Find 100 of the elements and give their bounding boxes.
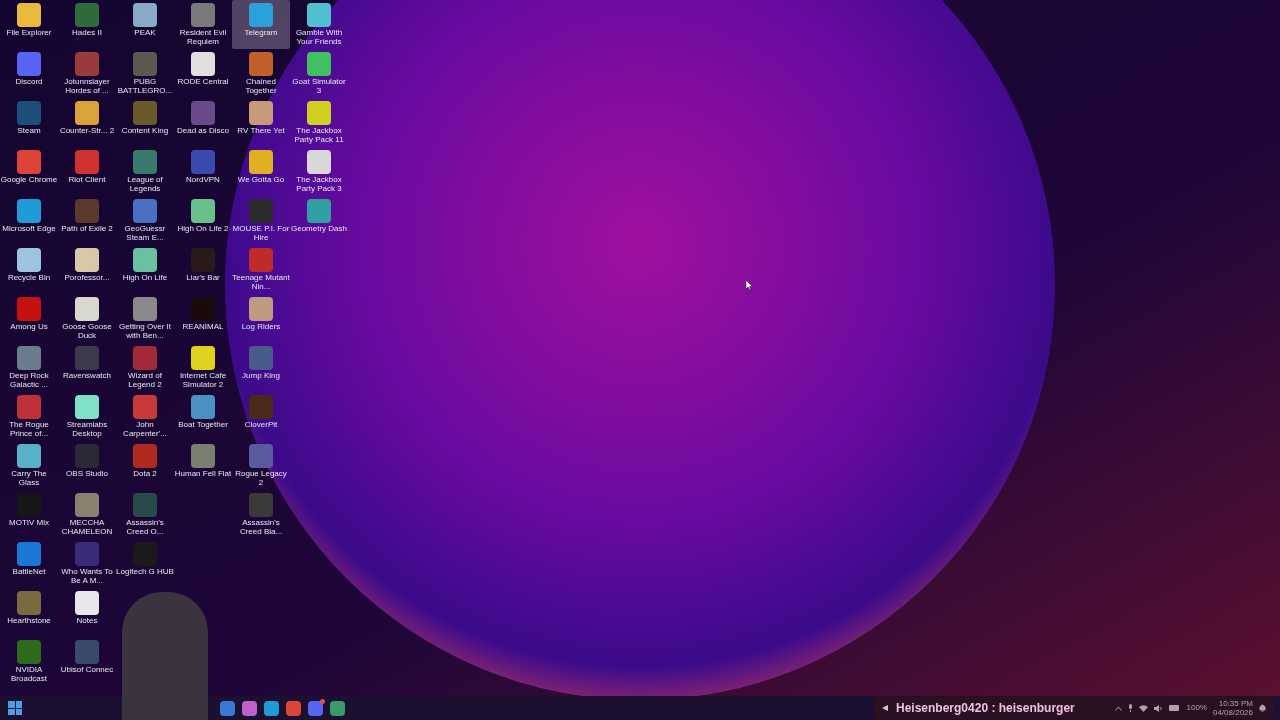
desktop-shortcut[interactable]: League of Legends xyxy=(116,147,174,196)
desktop-shortcut[interactable]: Ubisof Connec xyxy=(58,637,116,686)
desktop-shortcut[interactable]: Geometry Dash xyxy=(290,196,348,245)
desktop-shortcut[interactable]: Logitech G HUB xyxy=(116,539,174,588)
shortcut-label: We Gotta Go xyxy=(236,175,286,184)
desktop-shortcut[interactable]: Telegram xyxy=(232,0,290,49)
desktop-shortcut[interactable]: Discord xyxy=(0,49,58,98)
desktop-shortcut[interactable]: Resident Evil Requiem xyxy=(174,0,232,49)
desktop-shortcut[interactable]: The Jackbox Party Pack 3 xyxy=(290,147,348,196)
desktop-shortcut[interactable]: The Rogue Prince of... xyxy=(0,392,58,441)
shortcut-label: The Rogue Prince of... xyxy=(8,420,50,438)
desktop-shortcut[interactable]: Deep Rock Galactic ... xyxy=(0,343,58,392)
desktop-shortcut[interactable]: Porofessor... xyxy=(58,245,116,294)
battery-percent: 100% xyxy=(1186,702,1207,714)
shortcut-label: Chained Together xyxy=(244,77,278,95)
shortcut-label: Dota 2 xyxy=(132,469,158,478)
desktop-shortcut[interactable]: Who Wants To Be A M... xyxy=(58,539,116,588)
desktop-shortcut[interactable]: Dead as Disco xyxy=(174,98,232,147)
desktop-shortcut[interactable]: We Gotta Go xyxy=(232,147,290,196)
clock-time: 10:35 PM xyxy=(1218,699,1253,708)
desktop-shortcut[interactable]: CloverPit xyxy=(232,392,290,441)
desktop-shortcut[interactable]: NVIDIA Broadcast xyxy=(0,637,58,686)
desktop-shortcut[interactable]: Carry The Glass xyxy=(0,441,58,490)
desktop-shortcut[interactable]: Steam xyxy=(0,98,58,147)
desktop-shortcut[interactable]: Hades II xyxy=(58,0,116,49)
taskbar-app-button[interactable] xyxy=(330,700,345,716)
desktop-shortcut[interactable]: MOTIV Mix xyxy=(0,490,58,539)
taskbar-app-button[interactable] xyxy=(220,700,235,716)
shortcut-label: Goose Goose Duck xyxy=(61,322,113,340)
desktop-shortcut[interactable]: Wizard of Legend 2 xyxy=(116,343,174,392)
desktop-shortcut[interactable]: High On Life 2 xyxy=(174,196,232,245)
shortcut-label: Steam xyxy=(16,126,42,135)
desktop-shortcut[interactable]: MOUSE P.I. For Hire xyxy=(232,196,290,245)
shortcut-label: Gamble With Your Friends xyxy=(294,28,344,46)
desktop-shortcut[interactable]: Jotunnslayer Hordes of ... xyxy=(58,49,116,98)
shortcut-label: League of Legends xyxy=(126,175,164,193)
desktop-shortcut[interactable]: Goose Goose Duck xyxy=(58,294,116,343)
desktop-shortcut[interactable]: Rogue Legacy 2 xyxy=(232,441,290,490)
shortcut-label: RV There Yet xyxy=(236,126,286,135)
desktop-shortcut[interactable]: File Explorer xyxy=(0,0,58,49)
desktop-shortcut[interactable]: PEAK xyxy=(116,0,174,49)
taskbar-app-button[interactable] xyxy=(242,700,257,716)
desktop-shortcut[interactable]: Getting Over It with Ben... xyxy=(116,294,174,343)
desktop-shortcut[interactable]: Jump King xyxy=(232,343,290,392)
desktop-shortcut[interactable]: Chained Together xyxy=(232,49,290,98)
start-button[interactable] xyxy=(6,699,24,717)
desktop-shortcut[interactable]: REANIMAL xyxy=(174,294,232,343)
desktop-shortcut[interactable]: Goat Simulator 3 xyxy=(290,49,348,98)
shortcut-label: Goat Simulator 3 xyxy=(291,77,347,95)
desktop-shortcut[interactable]: Hearthstone xyxy=(0,588,58,637)
shortcut-label: Log Riders xyxy=(240,322,282,331)
desktop-shortcut[interactable]: GeoGuessr Steam E... xyxy=(116,196,174,245)
shortcut-label: Jump King xyxy=(241,371,281,380)
shortcut-label: Ubisof Connec xyxy=(59,665,115,674)
shortcut-label: Boat Together xyxy=(177,420,229,429)
shortcut-label: Assassin's Creed O... xyxy=(125,518,165,536)
desktop-shortcut[interactable]: Assassin's Creed O... xyxy=(116,490,174,539)
desktop-shortcut[interactable]: Streamlabs Desktop xyxy=(58,392,116,441)
desktop-shortcut[interactable]: NordVPN xyxy=(174,147,232,196)
desktop-shortcut[interactable]: Teenage Mutant Nin... xyxy=(232,245,290,294)
taskbar-app-button[interactable] xyxy=(308,700,323,716)
desktop-shortcut[interactable]: The Jackbox Party Pack 11 xyxy=(290,98,348,147)
desktop-shortcut[interactable]: Dota 2 xyxy=(116,441,174,490)
desktop-shortcut[interactable]: Assassin's Creed Bla... xyxy=(232,490,290,539)
desktop-shortcut[interactable]: Path of Exile 2 xyxy=(58,196,116,245)
desktop-shortcut[interactable]: Content King xyxy=(116,98,174,147)
shortcut-label: Hades II xyxy=(71,28,103,37)
desktop-shortcut[interactable]: MECCHA CHAMELEON xyxy=(58,490,116,539)
desktop-shortcut[interactable]: Microsoft Edge xyxy=(0,196,58,245)
shortcut-label: RODE Central xyxy=(176,77,230,86)
desktop-shortcut[interactable]: Liar's Bar xyxy=(174,245,232,294)
desktop-shortcut[interactable]: Gamble With Your Friends xyxy=(290,0,348,49)
desktop-shortcut[interactable]: Riot Client xyxy=(58,147,116,196)
desktop-shortcut[interactable]: Recycle Bin xyxy=(0,245,58,294)
desktop-shortcut[interactable]: PUBG BATTLEGRO... xyxy=(116,49,174,98)
desktop-shortcut[interactable]: OBS Studio xyxy=(58,441,116,490)
desktop-shortcut[interactable]: Among Us xyxy=(0,294,58,343)
battery-icon xyxy=(1169,705,1181,711)
shortcut-label: Porofessor... xyxy=(63,273,111,282)
shortcut-label: The Jackbox Party Pack 3 xyxy=(295,175,343,193)
shortcut-label: Streamlabs Desktop xyxy=(65,420,109,438)
shortcut-label: File Explorer xyxy=(5,28,53,37)
desktop-shortcut[interactable]: RODE Central xyxy=(174,49,232,98)
desktop-shortcut[interactable]: Log Riders xyxy=(232,294,290,343)
desktop-shortcut[interactable]: Boat Together xyxy=(174,392,232,441)
desktop-shortcut[interactable]: Human Fell Flat xyxy=(174,441,232,490)
desktop-shortcut[interactable]: John Carpenter'... xyxy=(116,392,174,441)
desktop-shortcut[interactable]: Google Chrome xyxy=(0,147,58,196)
desktop-shortcut[interactable]: Internet Cafe Simulator 2 xyxy=(174,343,232,392)
desktop-shortcut[interactable]: Counter-Str... 2 xyxy=(58,98,116,147)
volume-icon xyxy=(1154,704,1164,712)
desktop-shortcut[interactable]: RV There Yet xyxy=(232,98,290,147)
shortcut-label: High On Life 2 xyxy=(176,224,230,233)
taskbar-app-button[interactable] xyxy=(264,700,279,716)
taskbar-app-button[interactable] xyxy=(286,700,301,716)
desktop-shortcut[interactable]: BattleNet xyxy=(0,539,58,588)
desktop-shortcut[interactable]: Ravenswatch xyxy=(58,343,116,392)
shortcut-label: Deep Rock Galactic ... xyxy=(8,371,50,389)
desktop-shortcut[interactable]: High On Life xyxy=(116,245,174,294)
desktop-shortcut[interactable]: Notes xyxy=(58,588,116,637)
